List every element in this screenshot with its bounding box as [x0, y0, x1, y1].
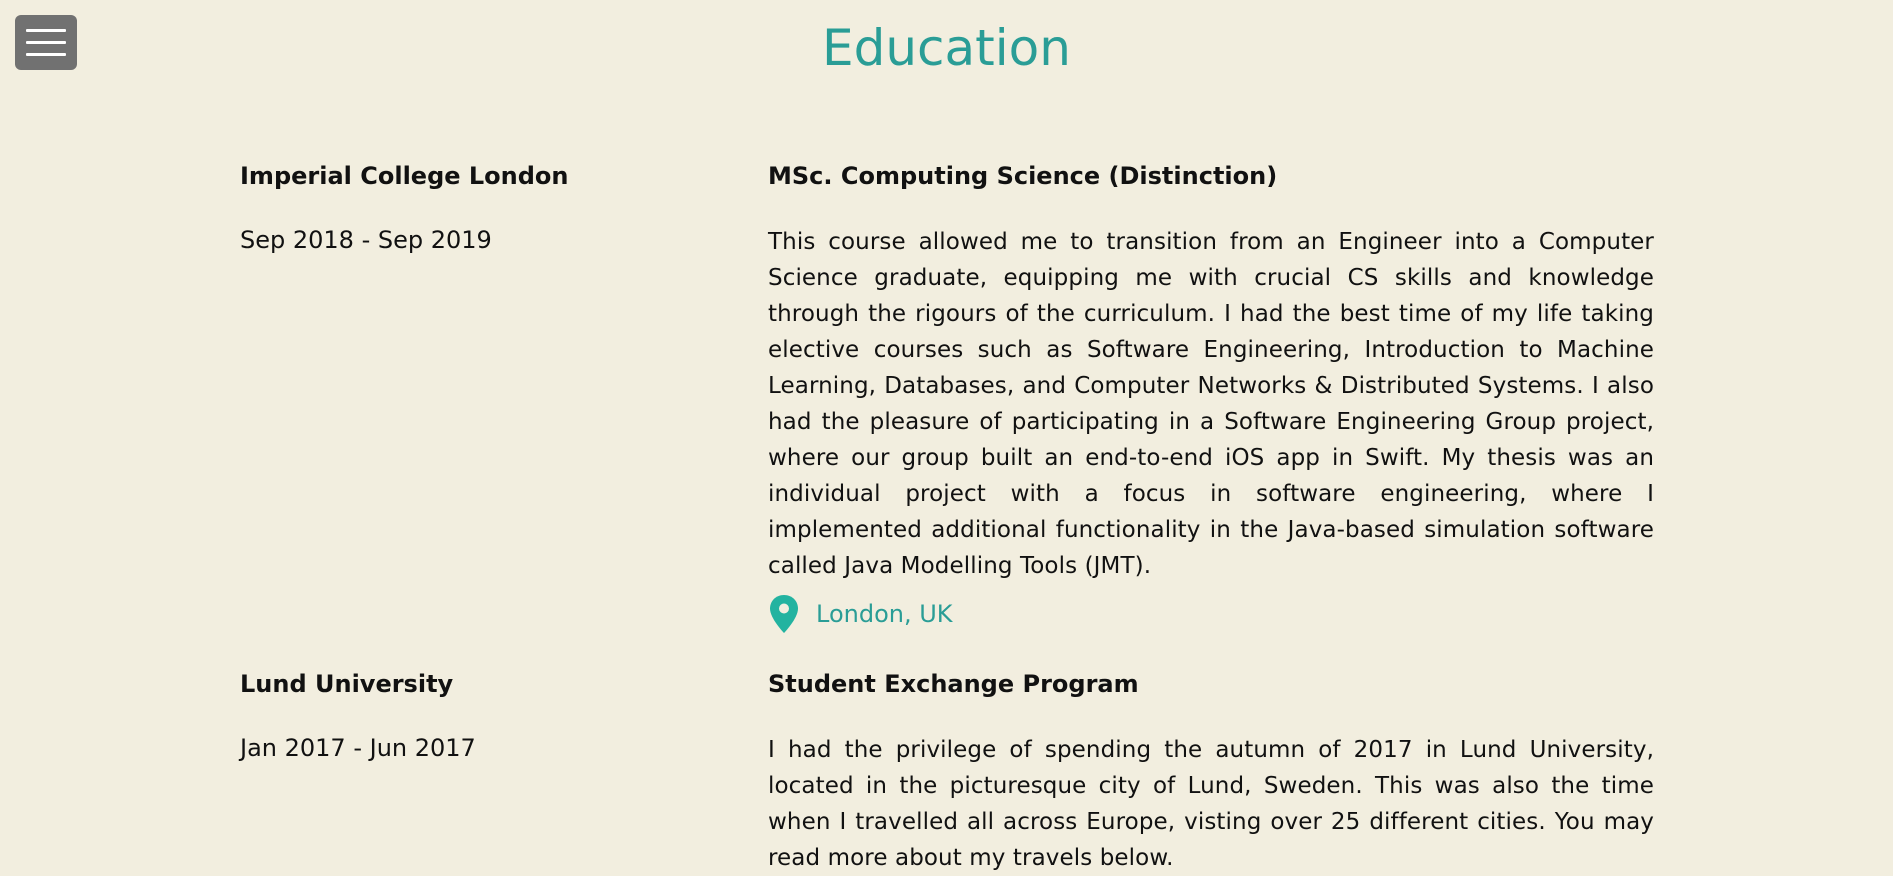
- entry-description: This course allowed me to transition fro…: [768, 229, 1654, 579]
- entry-left-column: Lund University Jan 2017 - Jun 2017: [240, 668, 720, 764]
- entry-description: I had the privilege of spending the autu…: [768, 737, 1654, 871]
- entry-dates: Sep 2018 - Sep 2019: [240, 226, 492, 254]
- entry-dates: Jan 2017 - Jun 2017: [240, 734, 476, 762]
- degree-title: Student Exchange Program: [768, 670, 1139, 698]
- degree-title: MSc. Computing Science (Distinction): [768, 162, 1278, 190]
- entry-right-column: MSc. Computing Science (Distinction) Thi…: [768, 160, 1654, 634]
- education-entry-imperial: Imperial College London Sep 2018 - Sep 2…: [240, 160, 1655, 633]
- map-pin-icon: [770, 595, 798, 633]
- institution-name: Lund University: [240, 670, 454, 698]
- location-text[interactable]: London, UK: [816, 600, 953, 628]
- entry-right-column: Student Exchange Program I had the privi…: [768, 668, 1654, 876]
- entry-left-column: Imperial College London Sep 2018 - Sep 2…: [240, 160, 720, 256]
- education-entry-lund: Lund University Jan 2017 - Jun 2017 Stud…: [240, 668, 1655, 871]
- location-link[interactable]: London, UK: [768, 594, 1654, 634]
- institution-name: Imperial College London: [240, 162, 569, 190]
- page-title: Education: [822, 19, 1071, 77]
